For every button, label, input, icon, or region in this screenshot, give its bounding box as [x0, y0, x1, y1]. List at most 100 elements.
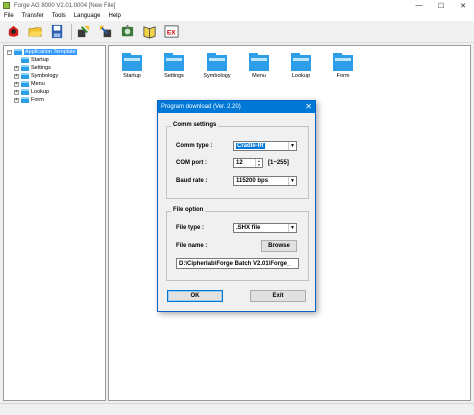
tree-item-form[interactable]: + Form [7, 96, 102, 104]
tree-item-menu[interactable]: + Menu [7, 80, 102, 88]
module-label: Menu [252, 73, 266, 79]
spin-down-icon[interactable]: ▼ [256, 163, 262, 167]
tree-item-startup[interactable]: Startup [7, 56, 102, 64]
download-icon[interactable] [75, 23, 92, 40]
open-icon[interactable] [27, 23, 44, 40]
expand-toggle[interactable]: + [14, 89, 19, 95]
exit-icon[interactable]: EX [163, 23, 180, 40]
menu-transfer[interactable]: Transfer [18, 13, 48, 19]
app-icon [3, 2, 10, 9]
module-label: Lookup [291, 73, 311, 79]
book-icon[interactable] [141, 23, 158, 40]
folder-icon [21, 57, 29, 63]
browse-button[interactable]: Browse [261, 240, 297, 252]
com-port-value: 12 [236, 160, 243, 166]
module-label: Startup [123, 73, 141, 79]
module-label: Symbology [203, 73, 231, 79]
toolbar: EX [0, 21, 474, 43]
module-folder-icon [207, 53, 227, 71]
com-port-stepper[interactable]: 12 ▲ ▼ [233, 158, 263, 168]
module-menu[interactable]: Menu [239, 53, 279, 79]
dialog-title-bar: Program download (Ver. 2.20) [158, 101, 315, 113]
comm-type-select[interactable]: Cradle-IR ▼ [233, 141, 297, 151]
comm-type-value: Cradle-IR [236, 143, 265, 149]
settings-icon[interactable] [119, 23, 136, 40]
tree-item-label: Startup [31, 57, 49, 63]
menu-tools[interactable]: Tools [48, 13, 70, 19]
tree-item-symbology[interactable]: + Symbology [7, 72, 102, 80]
baud-rate-label: Baud rate : [176, 178, 208, 184]
menu-help[interactable]: Help [105, 13, 125, 19]
status-bar [0, 403, 474, 415]
menu-bar: File Transfer Tools Language Help [0, 11, 474, 21]
expand-toggle[interactable]: + [14, 65, 19, 71]
tree-item-label: Menu [31, 81, 45, 87]
window-title: Forge AG 8000 V2.01.0004 [New File] [14, 2, 116, 9]
menu-file[interactable]: File [0, 13, 18, 19]
file-type-label: File type : [176, 225, 205, 231]
folder-icon [21, 65, 29, 71]
folder-icon [21, 73, 29, 79]
chevron-down-icon[interactable]: ▼ [288, 224, 296, 232]
maximize-button[interactable]: ☐ [430, 0, 452, 11]
close-button[interactable]: ✕ [452, 0, 474, 11]
file-option-group: File option File type : .SHX file ▼ File… [166, 207, 309, 281]
ok-button[interactable]: OK [167, 290, 223, 302]
file-path-field[interactable]: D:\Cipherlab\Forge Batch V2.01\Forge_ [176, 258, 299, 269]
baud-rate-select[interactable]: 115200 bps ▼ [233, 176, 297, 186]
expand-toggle[interactable]: + [14, 73, 19, 79]
tree-item-settings[interactable]: + Settings [7, 64, 102, 72]
module-folder-icon [249, 53, 269, 71]
tree-item-label: Lookup [31, 89, 50, 95]
module-lookup[interactable]: Lookup [281, 53, 321, 79]
tree-root[interactable]: − Application Template [7, 48, 102, 56]
folder-icon [21, 89, 29, 95]
new-icon[interactable] [5, 23, 22, 40]
window-controls: — ☐ ✕ [408, 0, 474, 11]
module-label: Settings [164, 73, 184, 79]
module-symbology[interactable]: Symbology [197, 53, 237, 79]
file-name-label: File name : [176, 243, 208, 249]
module-folder-icon [164, 53, 184, 71]
menu-language[interactable]: Language [70, 13, 105, 19]
upload-icon[interactable] [97, 23, 114, 40]
dialog-title: Program download (Ver. 2.20) [161, 104, 241, 110]
svg-text:EX: EX [167, 29, 176, 36]
module-folder-icon [291, 53, 311, 71]
toolbar-separator [71, 23, 72, 40]
folder-icon [14, 49, 22, 55]
file-type-select[interactable]: .SHX file ▼ [233, 223, 297, 233]
module-settings[interactable]: Settings [154, 53, 194, 79]
expand-toggle[interactable]: + [14, 81, 19, 87]
file-option-title: File option [171, 207, 206, 213]
minimize-button[interactable]: — [408, 0, 430, 11]
tree-item-label: Form [31, 97, 44, 103]
title-bar: Forge AG 8000 V2.01.0004 [New File] — ☐ … [0, 0, 474, 11]
com-port-label: COM port : [176, 160, 207, 166]
exit-button[interactable]: Exit [250, 290, 306, 302]
module-form[interactable]: Form [323, 53, 363, 79]
file-path-value: D:\Cipherlab\Forge Batch V2.01\Forge_ [179, 260, 291, 267]
comm-type-label: Comm type : [176, 143, 213, 149]
tree-item-label: Settings [31, 65, 51, 71]
baud-rate-value: 115200 bps [236, 178, 269, 184]
tree-item-label: Symbology [31, 73, 59, 79]
comm-settings-group: Comm settings Comm type : Cradle-IR ▼ CO… [166, 122, 309, 199]
file-type-value: .SHX file [236, 225, 261, 231]
comm-settings-title: Comm settings [171, 122, 219, 128]
expand-toggle[interactable]: + [14, 97, 19, 103]
save-icon[interactable] [49, 23, 66, 40]
dialog-close-button[interactable]: ✕ [305, 102, 312, 111]
module-label: Form [336, 73, 350, 79]
collapse-toggle[interactable]: − [7, 49, 12, 55]
module-startup[interactable]: Startup [112, 53, 152, 79]
tree-item-lookup[interactable]: + Lookup [7, 88, 102, 96]
chevron-down-icon[interactable]: ▼ [288, 177, 296, 185]
module-folder-icon [122, 53, 142, 71]
program-download-dialog: Program download (Ver. 2.20) ✕ Comm sett… [157, 100, 316, 312]
folder-icon [21, 97, 29, 103]
project-tree: − Application Template Startup + Setting… [3, 45, 106, 401]
folder-icon [21, 81, 29, 87]
chevron-down-icon[interactable]: ▼ [288, 142, 296, 150]
spin-buttons[interactable]: ▲ ▼ [255, 159, 262, 167]
